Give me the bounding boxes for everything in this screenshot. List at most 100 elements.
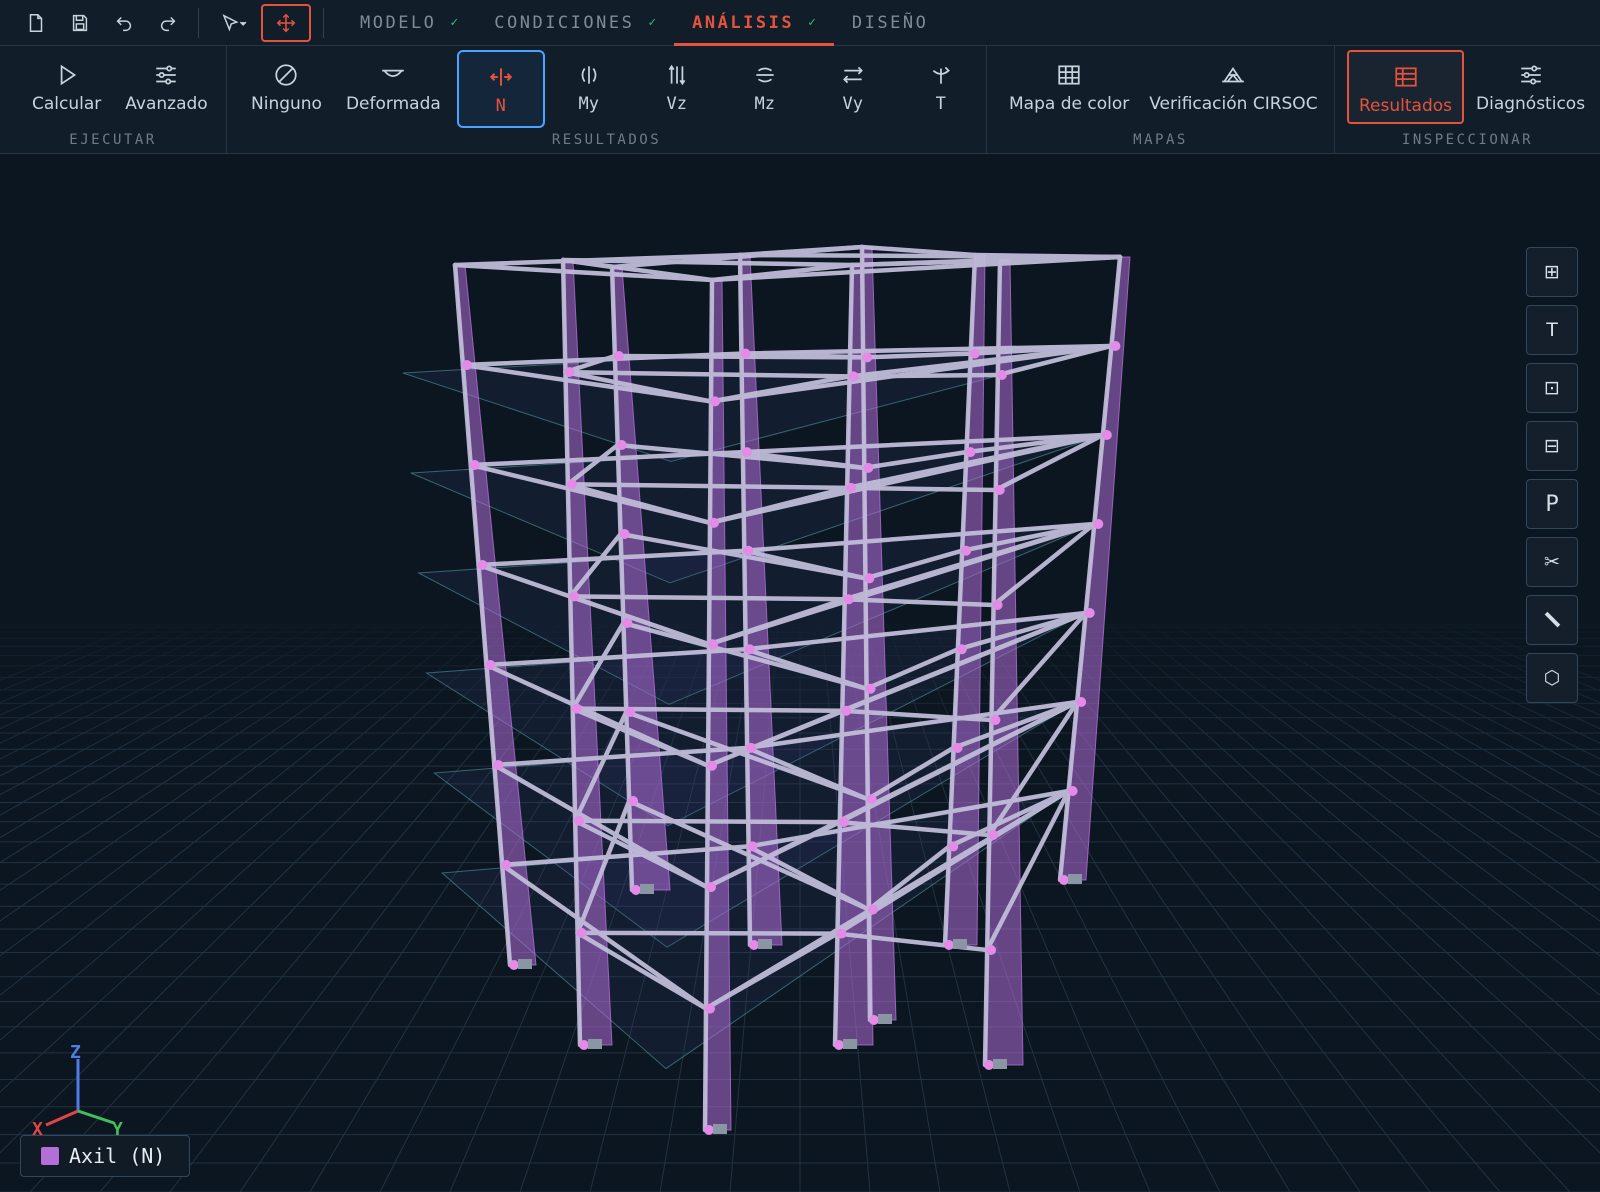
result-node[interactable] <box>743 545 754 556</box>
frame-view-button[interactable]: ⊡ <box>1526 363 1578 413</box>
tab-condiciones[interactable]: CONDICIONES ✓ <box>476 0 674 46</box>
move-icon[interactable] <box>261 3 311 42</box>
result-node[interactable] <box>619 529 630 539</box>
result-node[interactable] <box>952 742 963 753</box>
axial-n-button[interactable]: N <box>456 50 545 128</box>
result-node[interactable] <box>461 360 472 370</box>
result-node[interactable] <box>705 1003 715 1014</box>
result-node[interactable] <box>1110 341 1121 351</box>
my-button[interactable]: My <box>545 50 633 126</box>
result-node[interactable] <box>990 715 1001 725</box>
result-node[interactable] <box>744 644 755 655</box>
result-node[interactable] <box>747 841 758 852</box>
result-node[interactable] <box>984 1060 994 1070</box>
result-node[interactable] <box>948 841 959 852</box>
result-node[interactable] <box>865 683 876 694</box>
result-node[interactable] <box>707 760 717 771</box>
result-node[interactable] <box>862 352 873 363</box>
result-node[interactable] <box>566 479 577 490</box>
result-node[interactable] <box>1067 786 1078 796</box>
result-node[interactable] <box>863 462 874 473</box>
result-node[interactable] <box>961 545 972 556</box>
section-view-button[interactable]: ⊟ <box>1526 421 1578 471</box>
result-node[interactable] <box>1059 875 1069 885</box>
result-node[interactable] <box>740 348 751 359</box>
tab-modelo[interactable]: MODELO ✓ <box>342 0 476 46</box>
result-node[interactable] <box>708 639 718 650</box>
shape-tool-button[interactable]: ⬡ <box>1526 653 1578 703</box>
result-node[interactable] <box>493 760 504 770</box>
avanzado-button[interactable]: Avanzado <box>115 50 217 126</box>
result-node[interactable] <box>485 660 496 670</box>
result-node[interactable] <box>631 885 641 895</box>
result-node[interactable] <box>625 707 636 717</box>
mapa-color-button[interactable]: Mapa de color <box>999 50 1139 126</box>
result-node[interactable] <box>843 594 854 605</box>
result-node[interactable] <box>710 396 720 407</box>
vy-button[interactable]: Vy <box>809 50 897 126</box>
result-node[interactable] <box>569 591 580 602</box>
result-node[interactable] <box>741 447 752 458</box>
result-node[interactable] <box>706 882 716 893</box>
verificacion-cirsoc-button[interactable]: Verificación CIRSOC <box>1139 50 1327 126</box>
result-node[interactable] <box>996 370 1007 380</box>
structure-scene[interactable] <box>0 155 1600 1192</box>
result-node[interactable] <box>838 817 849 828</box>
result-node[interactable] <box>1101 430 1112 440</box>
measure-tool-button[interactable] <box>1526 595 1578 645</box>
result-node[interactable] <box>866 794 877 805</box>
text-tool-button[interactable]: T <box>1526 305 1578 355</box>
cut-tool-button[interactable]: ✂ <box>1526 537 1578 587</box>
result-node[interactable] <box>469 460 480 470</box>
vz-button[interactable]: Vz <box>633 50 721 126</box>
result-node[interactable] <box>709 517 719 528</box>
tab-analisis[interactable]: ANÁLISIS ✓ <box>674 0 834 46</box>
result-node[interactable] <box>704 1125 714 1135</box>
result-node[interactable] <box>992 600 1003 610</box>
result-node[interactable] <box>628 796 639 806</box>
undo-icon[interactable] <box>102 4 146 42</box>
grid-view-button[interactable]: ⊞ <box>1526 247 1578 297</box>
tab-diseno[interactable]: DISEÑO <box>834 0 946 46</box>
result-node[interactable] <box>576 927 587 938</box>
result-node[interactable] <box>574 815 585 826</box>
new-file-icon[interactable] <box>14 4 58 42</box>
result-node[interactable] <box>616 440 627 450</box>
result-node[interactable] <box>836 928 847 939</box>
calcular-button[interactable]: Calcular <box>22 50 111 126</box>
save-icon[interactable] <box>58 4 102 42</box>
torsion-button[interactable]: T <box>897 50 985 126</box>
result-node[interactable] <box>613 351 624 361</box>
result-node[interactable] <box>965 447 976 458</box>
result-node[interactable] <box>1076 697 1087 707</box>
result-node[interactable] <box>841 705 852 716</box>
resultados-button[interactable]: Resultados <box>1347 50 1464 124</box>
result-node[interactable] <box>848 371 859 382</box>
result-node[interactable] <box>869 1015 879 1025</box>
result-node[interactable] <box>749 940 759 950</box>
result-node[interactable] <box>969 348 980 359</box>
result-node[interactable] <box>746 742 757 753</box>
result-node[interactable] <box>864 573 875 584</box>
mz-button[interactable]: Mz <box>721 50 809 126</box>
result-node[interactable] <box>1084 608 1095 618</box>
result-node[interactable] <box>834 1040 844 1050</box>
3d-viewport[interactable]: ⊞ T ⊡ ⊟ P ✂ ⬡ Z X Y Axil (N) <box>0 155 1600 1192</box>
result-node[interactable] <box>867 904 878 915</box>
ninguno-button[interactable]: Ninguno <box>241 50 332 126</box>
result-node[interactable] <box>571 703 582 714</box>
result-node[interactable] <box>988 830 999 840</box>
result-node[interactable] <box>846 482 857 493</box>
result-node[interactable] <box>509 960 519 970</box>
diagnosticos-button[interactable]: Diagnósticos <box>1464 50 1595 126</box>
result-node[interactable] <box>1093 519 1104 529</box>
result-node[interactable] <box>994 485 1005 495</box>
p-tool-button[interactable]: P <box>1526 479 1578 529</box>
result-node[interactable] <box>579 1040 589 1050</box>
result-node[interactable] <box>501 860 512 870</box>
deformada-button[interactable]: Deformada <box>336 50 451 126</box>
result-node[interactable] <box>622 618 633 628</box>
result-node[interactable] <box>477 560 488 570</box>
result-node[interactable] <box>564 367 575 378</box>
result-node[interactable] <box>956 644 967 655</box>
